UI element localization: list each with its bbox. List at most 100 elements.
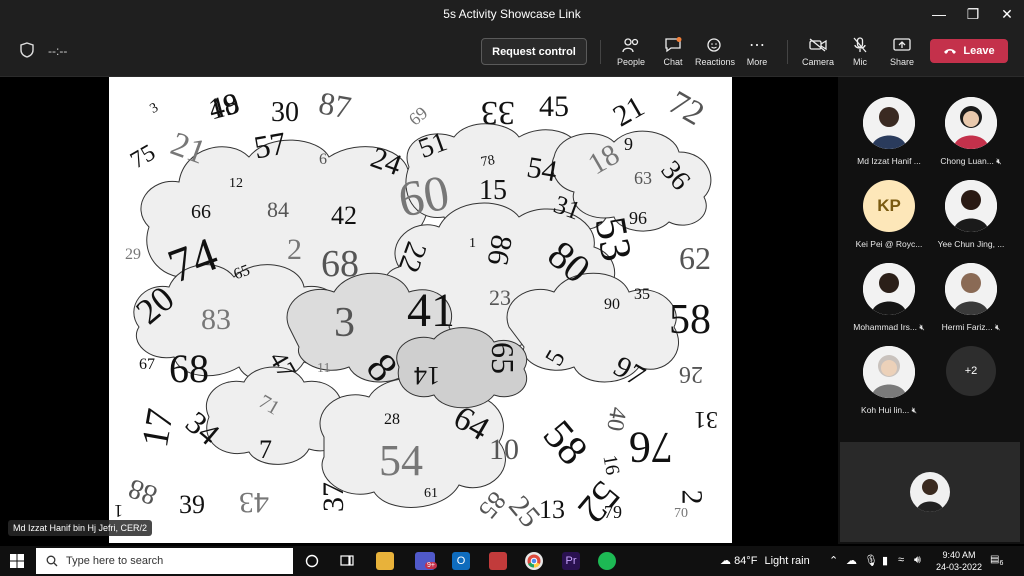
slide-number: 76 (629, 423, 673, 472)
slide-number: 67 (139, 356, 155, 373)
meeting-toolbar: --:-- Request control People Chat Reacti… (0, 28, 1024, 77)
slide-number: 7 (259, 435, 272, 464)
weather-widget[interactable]: ☁ 84°F Light rain (720, 554, 810, 567)
slide-number: 26 (679, 361, 703, 387)
battery-icon[interactable]: ▮ (882, 554, 888, 567)
avatar (863, 263, 915, 315)
more-button[interactable]: ⋯ More (735, 36, 779, 67)
task-view-icon[interactable] (338, 552, 356, 570)
teams-icon[interactable]: 9+ (415, 552, 437, 570)
mic-muted-icon: 🔇︎ (919, 322, 925, 332)
minimize-button[interactable]: — (922, 0, 956, 28)
slide-number: 68 (169, 346, 209, 391)
slide-number: 45 (539, 90, 569, 123)
slide-number: 63 (634, 168, 652, 188)
participant-tile[interactable]: KP Kei Pei @ Royc... (848, 180, 930, 249)
clock-date: 24-03-2022 (936, 562, 983, 572)
slide-number: 11 (317, 361, 331, 376)
wifi-icon[interactable]: ≈ (898, 554, 904, 566)
search-icon (46, 555, 58, 567)
leave-button[interactable]: Leave (930, 39, 1008, 63)
premiere-icon[interactable]: Pr (562, 552, 580, 570)
weather-temp: 84°F (734, 555, 758, 567)
share-button[interactable]: Share (880, 36, 924, 67)
phone-hangup-icon (944, 49, 957, 54)
participant-tile[interactable]: Chong Luan... 🔇︎ (930, 97, 1012, 167)
slide-number: 79 (604, 502, 622, 522)
mic-muted-icon: 🔇︎ (995, 322, 1001, 332)
participant-tile[interactable]: Hermi Fariz... 🔇︎ (930, 263, 1012, 333)
windows-start-icon[interactable] (10, 554, 24, 568)
self-avatar (910, 472, 950, 512)
cortana-icon[interactable] (303, 552, 321, 570)
weather-text: Light rain (764, 555, 810, 567)
spotify-icon[interactable] (598, 552, 616, 570)
slide-number: 6 (319, 151, 327, 168)
outlook-icon[interactable]: O (452, 552, 470, 570)
participant-name: Yee Chun Jing, ... (937, 239, 1005, 249)
system-clock[interactable]: 9:40 AM 24-03-2022 (936, 549, 982, 573)
slide-number: 53 (585, 212, 642, 265)
more-label: More (746, 57, 768, 67)
slide-number: 54 (379, 436, 423, 485)
maximize-button[interactable]: ❐ (956, 0, 990, 28)
file-explorer-icon[interactable] (376, 552, 394, 570)
participant-tile[interactable]: Koh Hui lin... 🔇︎ (848, 346, 930, 416)
close-button[interactable]: ✕ (990, 0, 1024, 28)
search-placeholder: Type here to search (66, 555, 164, 567)
more-participants-button[interactable]: +2 (930, 346, 1012, 396)
slide-number: 86 (480, 232, 519, 268)
slide-number: 41 (407, 284, 455, 337)
slide-number: 10 (489, 433, 519, 466)
participant-name-text: Hermi Fariz... (941, 322, 993, 332)
slide-number: 65 (485, 342, 521, 374)
avatar (945, 97, 997, 149)
slide-number: 14 (414, 361, 440, 390)
tray-chevron-icon[interactable]: ⌃ (829, 554, 838, 567)
more-icon: ⋯ (749, 37, 765, 54)
slide-number: 58 (669, 297, 711, 343)
slide-number: 83 (201, 303, 231, 336)
reactions-button[interactable]: Reactions (693, 36, 737, 67)
request-control-button[interactable]: Request control (481, 38, 587, 65)
more-participants-count: +2 (946, 346, 996, 396)
window-controls: — ❐ ✕ (922, 0, 1024, 28)
onedrive-icon[interactable]: ☁ (846, 554, 857, 567)
tray-mic-icon[interactable]: 🎙︎ (864, 554, 878, 567)
mic-muted-icon: 🔇︎ (996, 156, 1002, 166)
weather-icon: ☁ (720, 555, 731, 567)
reactions-icon (707, 38, 721, 52)
people-button[interactable]: People (609, 36, 653, 67)
camera-button[interactable]: Camera (796, 36, 840, 67)
slide-number: 2 (287, 233, 302, 266)
participant-tile[interactable]: Md Izzat Hanif ... (848, 97, 930, 166)
slide-number: 57 (251, 124, 289, 166)
shield-icon (20, 42, 34, 58)
avatar (945, 263, 997, 315)
chat-icon (665, 37, 682, 53)
chrome-icon[interactable] (525, 552, 543, 570)
person-photo-icon (863, 97, 915, 149)
person-photo-icon (945, 263, 997, 315)
participant-tile[interactable]: Mohammad Irs... 🔇︎ (848, 263, 930, 333)
volume-icon[interactable]: 🔊︎ (914, 554, 921, 567)
app-icon[interactable] (489, 552, 507, 570)
notification-center-icon[interactable]: ▤6 (990, 554, 1003, 567)
slide-number: 12 (229, 176, 243, 191)
slide-number: 43 (239, 486, 269, 519)
slide-number: 42 (331, 201, 357, 230)
chat-label: Chat (663, 57, 683, 67)
participant-tile[interactable]: Yee Chun Jing, ... (930, 180, 1012, 249)
slide-number: 39 (179, 490, 205, 519)
taskbar-search[interactable]: Type here to search (36, 548, 293, 574)
slide-number: 29 (125, 246, 141, 263)
slide-number: 1 (114, 501, 123, 521)
mic-button[interactable]: Mic (838, 36, 882, 67)
shared-screen-stage: 48 30 87 69 33 45 21 72 3 75 21 57 6 24 51 78 54 18 9 36 12 6… (0, 77, 838, 544)
chat-button[interactable]: Chat (651, 36, 695, 67)
reactions-label: Reactions (694, 57, 736, 67)
shared-content: 48 30 87 69 33 45 21 72 3 75 21 57 6 24 51 78 54 18 9 36 12 6… (109, 77, 732, 543)
mic-muted-icon: 🔇︎ (911, 405, 917, 415)
slide-number: 23 (489, 285, 511, 310)
slide-number: 1 (469, 236, 476, 251)
